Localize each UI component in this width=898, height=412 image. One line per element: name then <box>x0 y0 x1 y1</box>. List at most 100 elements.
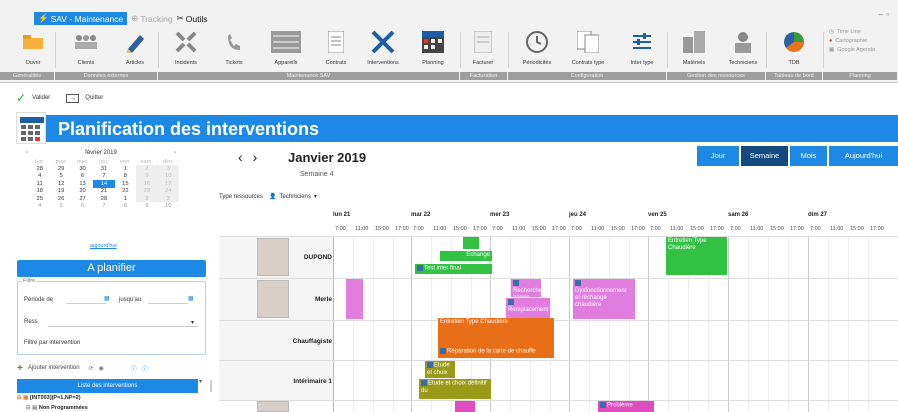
calendar-day[interactable]: 17 <box>157 180 179 188</box>
restore-icon[interactable]: ▫ <box>886 10 892 19</box>
tdb-button[interactable]: TDB <box>774 30 814 68</box>
list-dropdown-icon[interactable]: ▾ <box>199 378 202 385</box>
tree-child[interactable]: ⊟ ▤ Non Programmées <box>26 405 88 411</box>
google-agenda-option[interactable]: ▦ Google Agenda <box>829 46 875 55</box>
contrats-type-button[interactable]: Contrats type <box>568 30 608 68</box>
quit-button[interactable]: → Quitter <box>66 93 103 103</box>
calendar-day[interactable]: 27 <box>72 195 93 202</box>
calendar-day[interactable]: 9 <box>136 172 158 181</box>
event-block[interactable] <box>455 401 475 412</box>
calendar-day[interactable]: 25 <box>29 195 50 202</box>
calendar-day[interactable]: 2 <box>136 194 158 203</box>
ress-select[interactable] <box>48 318 198 327</box>
view-semaine-button[interactable]: Semaine <box>741 146 788 166</box>
incidents-button[interactable]: Incidents <box>166 30 206 68</box>
next-week-icon[interactable]: › <box>253 149 258 165</box>
tab-tracking[interactable]: ⊕ Tracking <box>131 13 172 24</box>
calendar-day[interactable]: 5 <box>50 173 71 180</box>
calendar-day[interactable]: 8 <box>115 173 136 180</box>
view-mois-button[interactable]: Mois <box>790 146 827 166</box>
calendar-day[interactable]: 24 <box>157 187 179 195</box>
refresh-icon[interactable]: ⟳ <box>89 365 94 372</box>
calendar-day[interactable]: 31 <box>93 165 114 172</box>
calendar-day[interactable]: 3 <box>157 194 179 203</box>
calendar-day[interactable]: 19 <box>50 188 71 195</box>
articles-button[interactable]: Articles <box>115 30 155 68</box>
appareils-button[interactable]: Appareils <box>266 30 306 68</box>
event-echange[interactable]: Echange <box>440 251 492 261</box>
event-block[interactable] <box>463 237 479 249</box>
calendar-day[interactable]: 15 <box>115 180 136 187</box>
event-etude-choix-definitif[interactable]: Etude et choix définitif du <box>419 379 491 399</box>
calendar-day[interactable]: 1 <box>115 165 136 172</box>
validate-button[interactable]: ✓ Valider <box>16 91 50 105</box>
event-reparation-carte[interactable]: Réparation de la carte de chauffe <box>438 347 554 357</box>
event-entretien-dupond[interactable]: Entretien Type Chaudière <box>666 237 727 275</box>
event-etude-choix[interactable]: Etude et choix <box>425 361 455 378</box>
calendar-day[interactable]: 4 <box>29 173 50 180</box>
filter-by-intervention-input[interactable]: Filtre par intervention <box>24 340 80 346</box>
calendar-day[interactable]: 18 <box>29 188 50 195</box>
calendar-day[interactable]: 8 <box>115 202 136 209</box>
splitter[interactable] <box>210 380 212 392</box>
calendar-day[interactable]: 28 <box>93 195 114 202</box>
event-recherche-panne[interactable]: Recherche panne chaudière <box>511 279 541 297</box>
view-today-button[interactable]: Aujourd'hui <box>829 146 898 166</box>
periode-end-input[interactable] <box>148 295 188 304</box>
calendar-day[interactable]: 14 <box>93 180 115 188</box>
calendar-day[interactable]: 6 <box>72 202 93 209</box>
planning-button[interactable]: Planning <box>413 30 453 68</box>
calendar-day[interactable]: 13 <box>72 180 93 187</box>
calendar-day[interactable]: 22 <box>115 188 136 195</box>
calendar-day[interactable]: 2 <box>136 165 158 173</box>
calendar-day[interactable]: 12 <box>50 180 71 187</box>
calendar-day[interactable]: 6 <box>72 173 93 180</box>
open-button[interactable]: Ouvrir <box>13 30 53 68</box>
calendar-day[interactable]: 5 <box>50 202 71 209</box>
calendar-day[interactable]: 4 <box>29 202 50 209</box>
calendar-day[interactable]: 9 <box>136 202 157 209</box>
calendar-day[interactable]: 16 <box>136 180 158 188</box>
event-dysfonctionnement[interactable]: Dysfonctionnement et réchange chaudière <box>573 279 635 319</box>
event-test-inter-final[interactable]: Test inter final <box>415 264 492 274</box>
date-picker-end-icon[interactable]: ▦ <box>188 295 194 302</box>
tickets-button[interactable]: Tickets <box>214 30 254 68</box>
date-picker-icon[interactable]: ▦ <box>104 295 110 302</box>
info-icon[interactable]: ⓘ <box>142 364 148 373</box>
calendar-day[interactable]: 23 <box>136 187 158 195</box>
techniciens-button[interactable]: Techniciens <box>723 30 763 68</box>
event-remplacement[interactable]: Remplacement <box>506 298 550 318</box>
window-controls[interactable]: –▫ <box>879 10 892 19</box>
calendar-day[interactable]: 7 <box>93 202 114 209</box>
add-icon[interactable]: + <box>17 363 23 374</box>
calendar-day[interactable]: 10 <box>158 202 179 209</box>
periode-start-input[interactable] <box>66 295 106 304</box>
calendar-day[interactable]: 26 <box>50 195 71 202</box>
prev-week-icon[interactable]: ‹ <box>238 149 243 165</box>
calendar-day[interactable]: 28 <box>29 165 50 172</box>
timeline-option[interactable]: ◷ Time Line <box>829 28 875 37</box>
calendar-day[interactable]: 7 <box>93 173 114 180</box>
materiels-button[interactable]: Matériels <box>674 30 714 68</box>
calendar-day[interactable]: 21 <box>93 188 114 195</box>
next-month-icon[interactable]: › <box>174 150 176 156</box>
clients-button[interactable]: Clients <box>66 30 106 68</box>
calendar-day[interactable]: 3 <box>157 165 179 173</box>
view-jour-button[interactable]: Jour <box>697 146 739 166</box>
add-intervention-button[interactable]: Ajouter intervention <box>28 365 80 371</box>
calendar-day[interactable]: 11 <box>29 180 50 187</box>
cartographie-option[interactable]: ● Cartographie <box>829 37 875 46</box>
tab-outils[interactable]: ✂ Outils <box>177 13 208 24</box>
chevron-down-icon[interactable]: ▾ <box>191 319 194 326</box>
inter-type-button[interactable]: Inter type <box>622 30 662 68</box>
tree-root[interactable]: ⊟ ▣ [INT003](P=1,NP=2) <box>17 395 81 401</box>
prev-month-icon[interactable]: ‹ <box>26 150 28 156</box>
calendar-day[interactable]: 29 <box>50 165 71 172</box>
type-ressources-select[interactable]: 👤 Techniciens ▾ <box>269 193 317 201</box>
today-link[interactable]: aujourd'hui <box>90 243 117 249</box>
event-block[interactable] <box>346 279 363 319</box>
contrats-button[interactable]: Contrats <box>316 30 356 68</box>
facturer-button[interactable]: Facturer <box>463 30 503 68</box>
calendar-day[interactable]: 10 <box>157 172 179 181</box>
help-icon[interactable]: ⓘ <box>131 364 137 373</box>
